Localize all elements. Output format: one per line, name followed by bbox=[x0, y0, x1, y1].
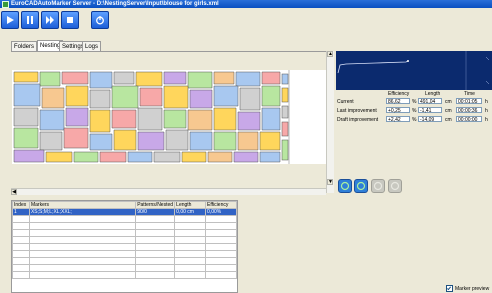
empty-row bbox=[12, 236, 237, 244]
scroll-down-icon[interactable]: ▼ bbox=[327, 179, 333, 185]
time-header: Time bbox=[464, 91, 475, 97]
cell-markers: XS;S;M;L;XL;XXL; bbox=[28, 208, 137, 216]
unit-label: cm bbox=[445, 108, 452, 114]
empty-row bbox=[12, 271, 237, 279]
marker-layout bbox=[12, 70, 326, 164]
stop-button[interactable] bbox=[61, 11, 79, 29]
efficiency-graph bbox=[336, 51, 492, 90]
pause-icon bbox=[27, 16, 33, 24]
unit-label: % bbox=[412, 108, 417, 114]
draft-improvement-label: Draft improvement bbox=[337, 117, 379, 123]
play-icon bbox=[7, 16, 14, 24]
cell-patterns: 90/0 bbox=[135, 208, 176, 216]
refresh-icon bbox=[340, 181, 350, 191]
checkbox-icon[interactable] bbox=[446, 285, 453, 292]
disabled-tool-button[interactable] bbox=[371, 179, 385, 193]
marker-preview-toggle[interactable]: Marker preview bbox=[446, 285, 489, 292]
title-bar: EuroCADAutoMarker Server - D:\NestingSer… bbox=[0, 0, 492, 8]
current-time: 00:01:05 bbox=[456, 98, 482, 105]
empty-row bbox=[12, 222, 237, 230]
efficiency-header: Efficiency bbox=[388, 91, 410, 97]
unit-label: h bbox=[485, 108, 488, 114]
circle-icon bbox=[373, 181, 383, 191]
draft-improvement-length: -14,09 bbox=[418, 116, 442, 123]
column-header-index[interactable]: Index bbox=[12, 201, 30, 209]
unit-label: h bbox=[485, 117, 488, 123]
window-title: EuroCADAutoMarker Server - D:\NestingSer… bbox=[11, 1, 219, 7]
grid-header-row: Index Markers Patterns/Nested Length Eff… bbox=[12, 201, 237, 209]
last-improvement-time: 00:00:36 bbox=[456, 107, 482, 114]
scroll-up-icon[interactable]: ▲ bbox=[327, 51, 333, 57]
draft-improvement-time: 00:00:00 bbox=[456, 116, 482, 123]
current-length: 491,04 bbox=[418, 98, 442, 105]
circle-icon bbox=[390, 181, 400, 191]
stop-icon bbox=[67, 17, 73, 23]
empty-row bbox=[12, 243, 237, 251]
length-header: Length bbox=[425, 91, 441, 97]
column-header-length[interactable]: Length bbox=[174, 201, 207, 209]
unit-label: cm bbox=[445, 99, 452, 105]
app-icon bbox=[2, 1, 9, 8]
cell-efficiency: 0,00% bbox=[205, 208, 237, 216]
optimize-icon bbox=[356, 181, 366, 191]
table-row[interactable]: 1 XS;S;M;L;XL;XXL; 90/0 0,00 cm 0,00% bbox=[12, 208, 237, 216]
play-button[interactable] bbox=[1, 11, 19, 29]
tab-logs[interactable]: Logs bbox=[82, 41, 102, 51]
statistics-panel: Efficiency Length Time Current 86,62 % 4… bbox=[336, 90, 492, 132]
cell-index: 1 bbox=[12, 208, 30, 216]
unit-label: h bbox=[485, 99, 488, 105]
column-header-markers[interactable]: Markers bbox=[28, 201, 137, 209]
marker-canvas bbox=[12, 70, 326, 164]
scroll-left-icon[interactable]: ◀ bbox=[11, 189, 17, 195]
empty-row bbox=[12, 257, 237, 265]
unit-label: cm bbox=[445, 117, 452, 123]
vertical-scrollbar[interactable]: ▲ ▼ bbox=[326, 51, 334, 193]
disabled-tool-button[interactable] bbox=[388, 179, 402, 193]
current-label: Current bbox=[337, 99, 354, 105]
column-header-efficiency[interactable]: Efficiency bbox=[205, 201, 237, 209]
column-header-patterns[interactable]: Patterns/Nested bbox=[135, 201, 176, 209]
refresh-button[interactable] bbox=[338, 179, 352, 193]
current-efficiency: 86,62 bbox=[386, 98, 410, 105]
empty-row bbox=[12, 229, 237, 237]
power-icon bbox=[96, 16, 104, 25]
tab-folders[interactable]: Folders bbox=[11, 41, 38, 51]
last-improvement-length: -1,41 bbox=[418, 107, 442, 114]
draft-improvement-efficiency: +2,42 bbox=[386, 116, 410, 123]
optimize-button[interactable] bbox=[354, 179, 368, 193]
last-improvement-label: Last improvement bbox=[337, 108, 377, 114]
unit-label: % bbox=[412, 99, 417, 105]
fast-forward-icon bbox=[46, 16, 54, 24]
marker-grid[interactable]: Index Markers Patterns/Nested Length Eff… bbox=[11, 200, 238, 293]
last-improvement-efficiency: +0,25 bbox=[386, 107, 410, 114]
empty-row bbox=[12, 264, 237, 272]
toolbar bbox=[0, 8, 492, 32]
empty-row bbox=[12, 215, 237, 223]
empty-row bbox=[12, 250, 237, 258]
horizontal-scrollbar[interactable]: ◀ bbox=[11, 188, 326, 195]
marker-preview-label: Marker preview bbox=[455, 285, 490, 292]
pause-button[interactable] bbox=[21, 11, 39, 29]
unit-label: % bbox=[412, 117, 417, 123]
power-button[interactable] bbox=[91, 11, 109, 29]
fast-forward-button[interactable] bbox=[41, 11, 59, 29]
cell-length: 0,00 cm bbox=[174, 208, 207, 216]
